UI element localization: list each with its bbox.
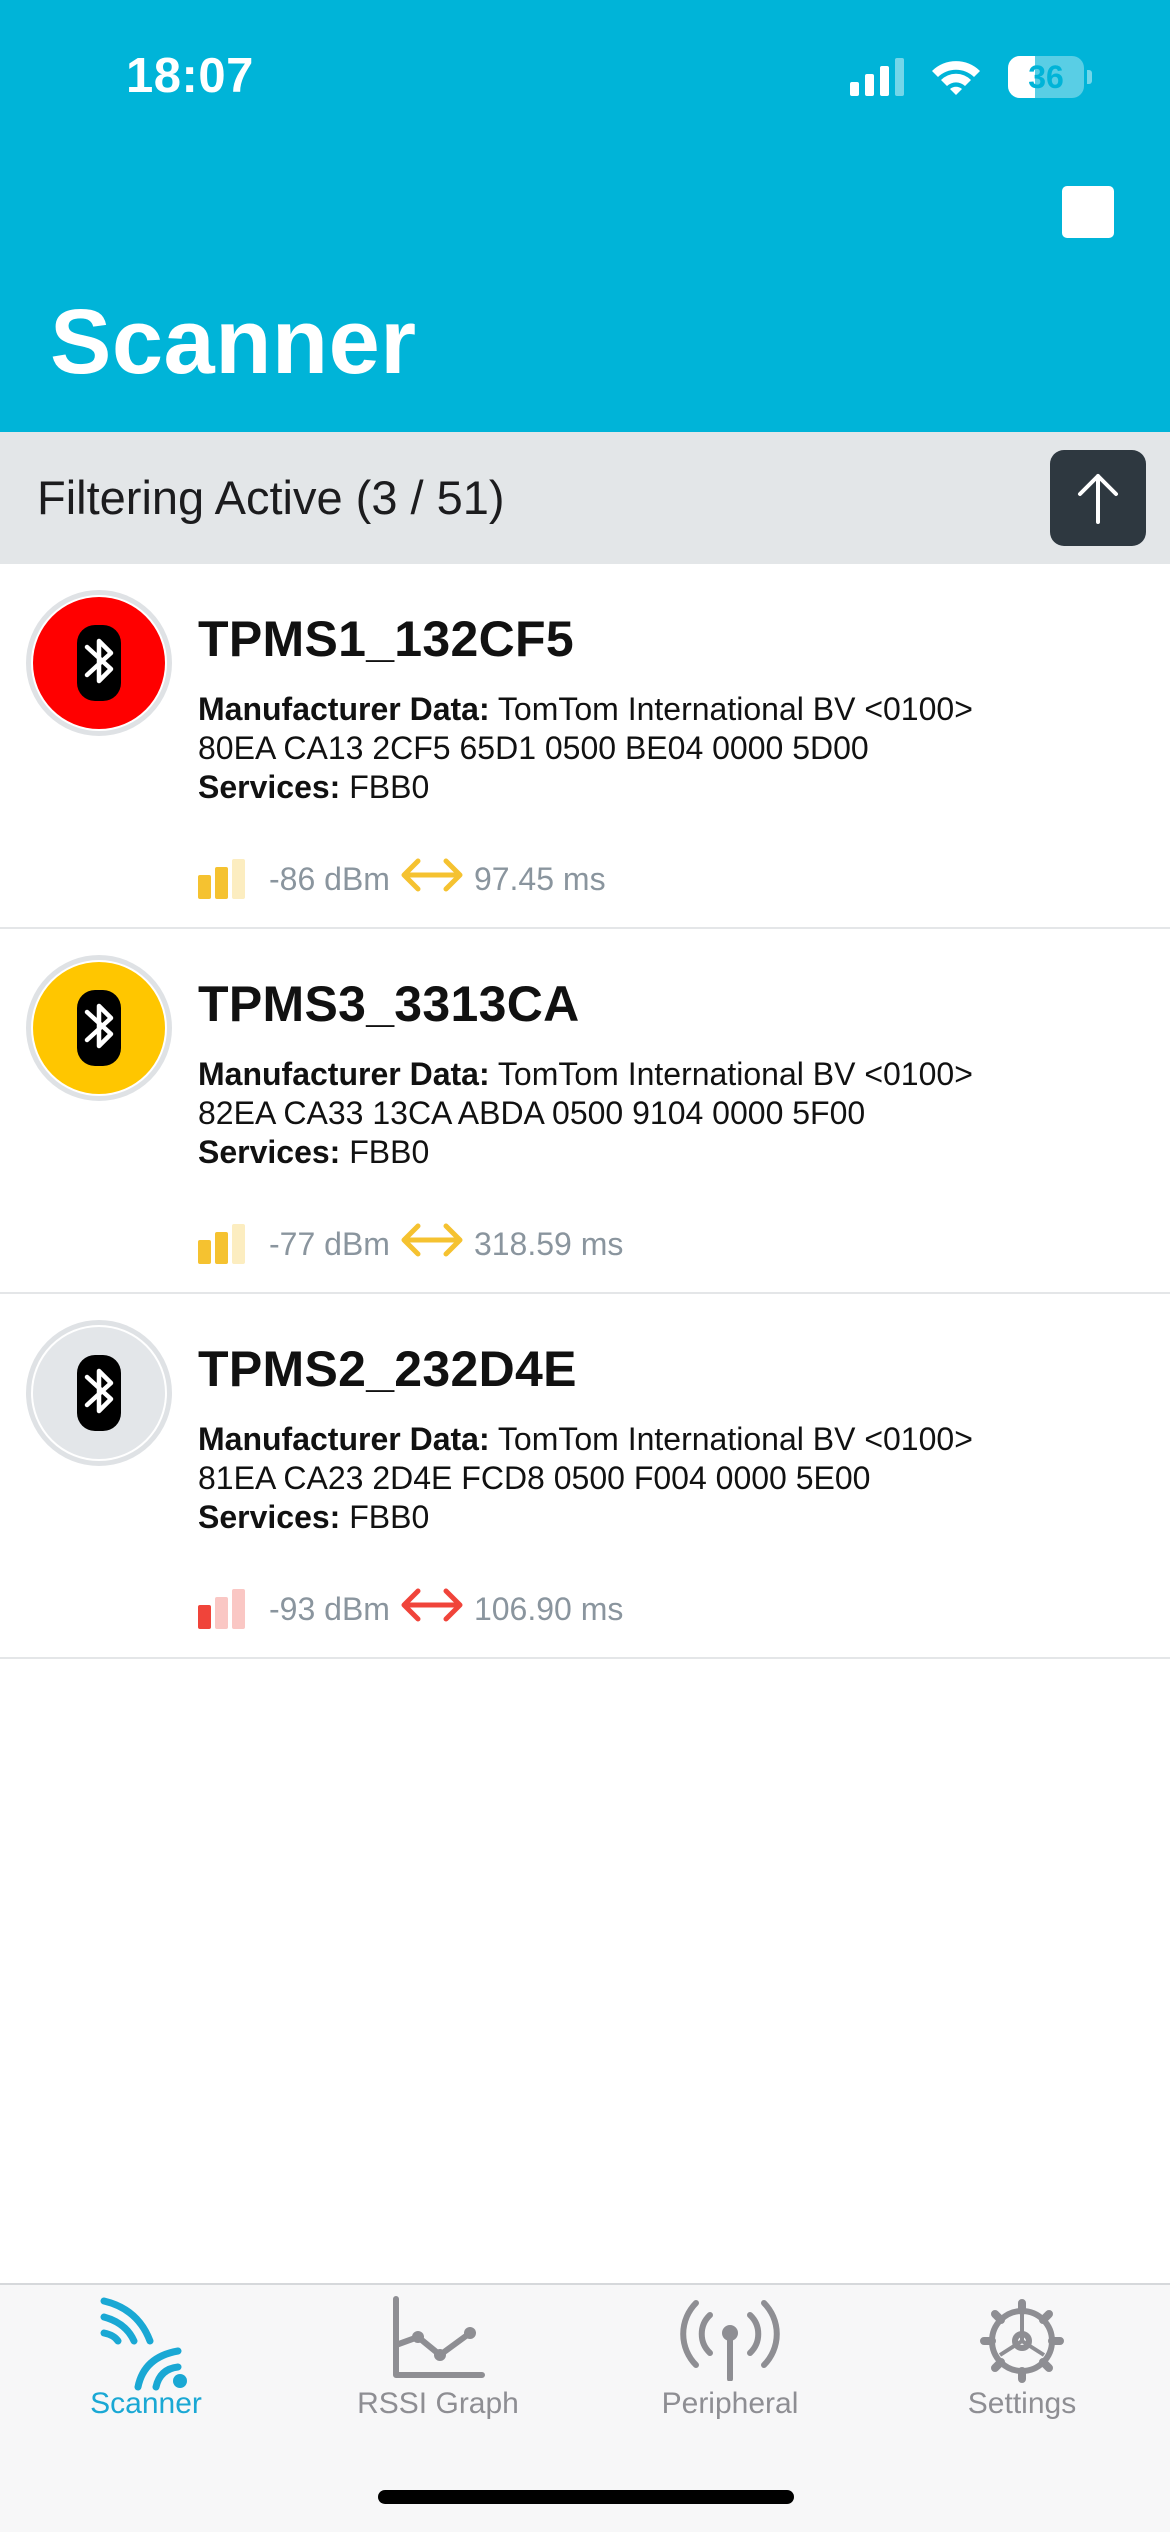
signal-bar	[215, 867, 228, 899]
signal-bar	[232, 859, 245, 899]
cellular-signal-icon	[850, 58, 904, 96]
page-title: Scanner	[50, 291, 417, 393]
scroll-to-top-button[interactable]	[1050, 450, 1146, 546]
device-details: Manufacturer Data: TomTom International …	[198, 1420, 973, 1537]
manufacturer-data: 81EA CA23 2D4E FCD8 0500 F004 0000 5E00	[198, 1460, 871, 1496]
services-label: Services:	[198, 1499, 341, 1535]
services-value: FBB0	[349, 1134, 430, 1170]
wifi-icon	[932, 61, 980, 95]
signal-bar	[198, 1605, 211, 1629]
manufacturer-label: Manufacturer Data:	[198, 1056, 490, 1092]
tab-peripheral[interactable]: Peripheral	[600, 2285, 860, 2435]
interval-arrow-icon	[390, 857, 474, 901]
manufacturer-name: TomTom International BV <0100>	[497, 1056, 973, 1092]
tab-label: Peripheral	[661, 2387, 799, 2420]
interval-value: 106.90 ms	[473, 1590, 624, 1627]
rssi-value: -93 dBm	[269, 1590, 390, 1627]
signal-strength-icon	[198, 1224, 245, 1264]
interval-value: 97.45 ms	[473, 860, 606, 897]
signal-strength-icon	[198, 859, 245, 899]
filter-status-text: Filtering Active (3 / 51)	[37, 471, 505, 524]
services-label: Services:	[198, 1134, 341, 1170]
bluetooth-icon	[26, 1320, 172, 1466]
interval-arrow-icon	[390, 1587, 474, 1631]
device-name: TPMS2_232D4E	[198, 1341, 577, 1397]
device-list: TPMS1_132CF5 Manufacturer Data: TomTom I…	[0, 564, 1170, 1659]
rssi-value: -77 dBm	[269, 1225, 390, 1262]
bluetooth-icon	[26, 955, 172, 1101]
device-name: TPMS3_3313CA	[198, 976, 580, 1032]
device-details: Manufacturer Data: TomTom International …	[198, 690, 973, 807]
status-icons: 36	[850, 52, 1092, 102]
header: 18:07 36 Scanner	[0, 0, 1170, 432]
battery-level: 36	[1028, 59, 1064, 95]
rssi-value: -86 dBm	[269, 860, 390, 897]
signal-bar	[198, 875, 211, 899]
tab-label: RSSI Graph	[357, 2387, 519, 2420]
home-indicator	[378, 2490, 794, 2504]
manufacturer-data: 80EA CA13 2CF5 65D1 0500 BE04 0000 5D00	[198, 730, 869, 766]
signal-strength-icon	[198, 1589, 245, 1629]
arrow-up-icon	[1078, 474, 1118, 524]
tab-label: Settings	[967, 2387, 1077, 2420]
device-stats: -93 dBm 106.90 ms	[198, 1584, 623, 1634]
signal-bar	[215, 1597, 228, 1629]
signal-bar	[198, 1240, 211, 1264]
signal-bar	[232, 1224, 245, 1264]
scanner-waves-icon	[100, 2297, 187, 2391]
bluetooth-icon	[26, 590, 172, 736]
services-value: FBB0	[349, 1499, 430, 1535]
device-row[interactable]: TPMS3_3313CA Manufacturer Data: TomTom I…	[0, 929, 1170, 1294]
interval-arrow-icon	[390, 1222, 474, 1266]
device-stats: -86 dBm 97.45 ms	[198, 854, 606, 904]
signal-bar	[232, 1589, 245, 1629]
status-time: 18:07	[126, 49, 254, 103]
device-name: TPMS1_132CF5	[198, 611, 574, 667]
manufacturer-name: TomTom International BV <0100>	[497, 1421, 973, 1457]
tab-scanner[interactable]: Scanner	[16, 2285, 276, 2435]
tab-settings[interactable]: Settings	[892, 2285, 1152, 2435]
device-row[interactable]: TPMS1_132CF5 Manufacturer Data: TomTom I…	[0, 564, 1170, 929]
device-details: Manufacturer Data: TomTom International …	[198, 1055, 973, 1172]
manufacturer-label: Manufacturer Data:	[198, 1421, 490, 1457]
tab-label: Scanner	[90, 2387, 202, 2420]
battery-icon: 36	[1008, 56, 1092, 98]
device-stats: -77 dBm 318.59 ms	[198, 1219, 623, 1269]
device-row[interactable]: TPMS2_232D4E Manufacturer Data: TomTom I…	[0, 1294, 1170, 1659]
gear-icon	[980, 2299, 1064, 2383]
manufacturer-data: 82EA CA33 13CA ABDA 0500 9104 0000 5F00	[198, 1095, 866, 1131]
filter-bar[interactable]: Filtering Active (3 / 51)	[0, 432, 1170, 564]
interval-value: 318.59 ms	[473, 1225, 624, 1262]
manufacturer-name: TomTom International BV <0100>	[497, 691, 973, 727]
manufacturer-label: Manufacturer Data:	[198, 691, 490, 727]
line-graph-icon	[393, 2296, 485, 2378]
services-label: Services:	[198, 769, 341, 805]
stop-scan-button[interactable]	[1062, 186, 1114, 238]
antenna-icon	[680, 2300, 780, 2381]
tab-rssi-graph[interactable]: RSSI Graph	[308, 2285, 568, 2435]
signal-bar	[215, 1232, 228, 1264]
services-value: FBB0	[349, 769, 430, 805]
